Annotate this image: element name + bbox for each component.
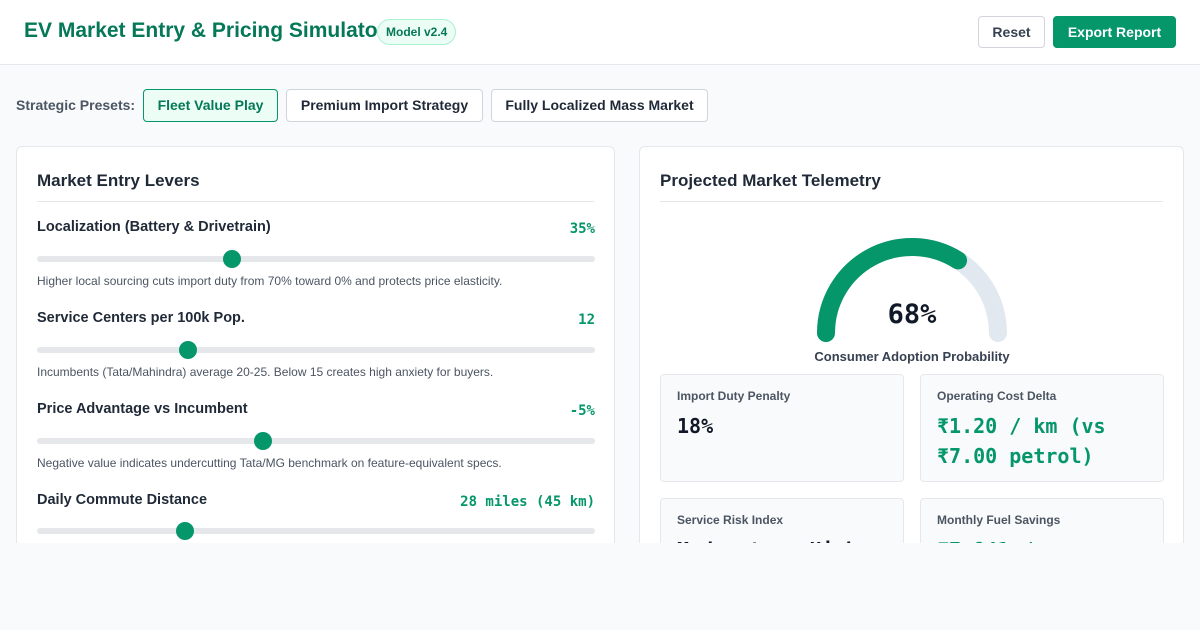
slider-track[interactable]: [37, 522, 595, 540]
metric-value: Moderate - High: [677, 535, 889, 543]
gauge-percent: 68%: [887, 299, 937, 330]
lever-value: 28 miles (45 km): [460, 494, 595, 510]
slider-thumb[interactable]: [223, 250, 242, 268]
slider-track[interactable]: [37, 341, 595, 359]
slider-thumb[interactable]: [178, 341, 197, 359]
gauge-caption: Consumer Adoption Probability: [814, 349, 1010, 364]
export-report-button[interactable]: Export Report: [1053, 16, 1176, 48]
panel-title: Projected Market Telemetry: [660, 171, 881, 190]
preset-fleet-value-play[interactable]: Fleet Value Play: [143, 89, 278, 122]
lever-localization: Localization (Battery & Drivetrain) 35% …: [37, 219, 595, 309]
panel-title: Market Entry Levers: [37, 171, 200, 190]
market-telemetry-panel: Projected Market Telemetry 68% Consumer …: [639, 146, 1184, 543]
lever-service-centers: Service Centers per 100k Pop. 12 Incumbe…: [37, 310, 595, 400]
lever-value: -5%: [569, 403, 595, 419]
metric-value: ₹7,841 / mo: [937, 535, 1149, 543]
lever-price-advantage: Price Advantage vs Incumbent -5% Negativ…: [37, 401, 595, 491]
slider-track[interactable]: [37, 250, 595, 268]
metric-card-fuel-savings: Monthly Fuel Savings ₹7,841 / mo: [920, 498, 1164, 543]
lever-description: Negative value indicates undercutting Ta…: [37, 456, 502, 470]
lever-label: Service Centers per 100k Pop.: [37, 310, 245, 326]
metric-value: 18%: [677, 414, 714, 438]
slider-thumb[interactable]: [175, 522, 194, 540]
metric-label: Import Duty Penalty: [677, 389, 791, 403]
model-version-badge: Model v2.4: [377, 19, 457, 45]
preset-fully-localized-mass-market[interactable]: Fully Localized Mass Market: [491, 89, 708, 122]
lever-description: Incumbents (Tata/Mahindra) average 20-25…: [37, 365, 494, 379]
metric-card-operating-cost: Operating Cost Delta ₹1.20 / km (vs ₹7.0…: [920, 374, 1164, 482]
slider-track[interactable]: [37, 432, 595, 450]
lever-label: Daily Commute Distance: [37, 492, 208, 508]
metric-label: Service Risk Index: [677, 513, 784, 527]
metric-label: Operating Cost Delta: [937, 389, 1057, 403]
preset-premium-import-strategy[interactable]: Premium Import Strategy: [286, 89, 483, 122]
metric-card-service-risk: Service Risk Index Moderate - High: [660, 498, 904, 543]
divider: [660, 201, 1163, 202]
presets-label: Strategic Presets:: [16, 97, 136, 113]
metric-card-import-duty: Import Duty Penalty 18%: [660, 374, 904, 482]
lever-commute-distance: Daily Commute Distance 28 miles (45 km): [37, 492, 595, 543]
lever-value: 35%: [569, 221, 595, 237]
app-title: EV Market Entry & Pricing Simulator: [24, 19, 386, 42]
app-header: EV Market Entry & Pricing Simulator Mode…: [0, 0, 1200, 65]
metric-label: Monthly Fuel Savings: [937, 513, 1061, 527]
reset-button[interactable]: Reset: [978, 16, 1045, 48]
market-entry-levers-panel: Market Entry Levers Localization (Batter…: [16, 146, 615, 543]
lever-value: 12: [578, 312, 595, 328]
slider-thumb[interactable]: [253, 432, 272, 450]
metric-value: ₹1.20 / km (vs ₹7.00 petrol): [937, 414, 1106, 468]
lever-label: Localization (Battery & Drivetrain): [37, 219, 271, 235]
lever-description: Higher local sourcing cuts import duty f…: [37, 274, 503, 288]
lever-label: Price Advantage vs Incumbent: [37, 401, 248, 417]
divider: [37, 201, 594, 202]
